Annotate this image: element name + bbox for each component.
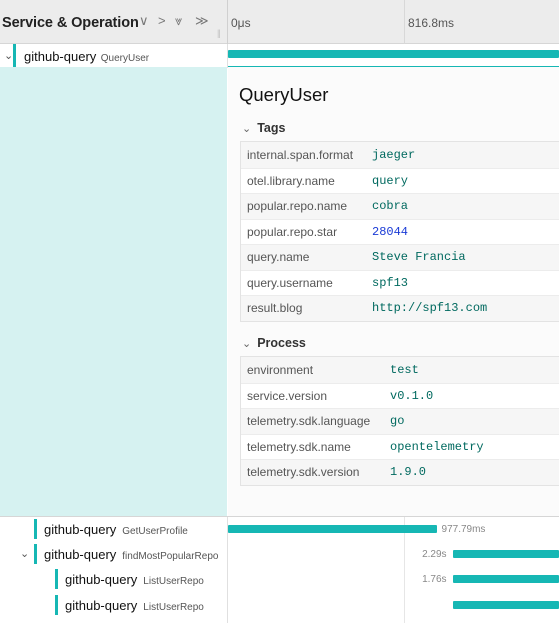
tag-row: query.name Steve Francia: [241, 244, 559, 270]
process-key: telemetry.sdk.version: [247, 465, 360, 480]
span-service-name: github-query: [65, 598, 138, 613]
span-operation-name: findMostPopularRepo: [122, 551, 219, 562]
span-operation-name: ListUserRepo: [143, 576, 204, 587]
tag-key: otel.library.name: [247, 173, 335, 188]
tag-value: jaeger: [372, 147, 416, 162]
expand-all-icon[interactable]: ≫: [195, 13, 209, 29]
span-row[interactable]: ⌄ github-query findMostPopularRepo 2.29s: [0, 542, 559, 566]
tag-key: query.name: [247, 250, 310, 265]
tag-key: popular.repo.name: [247, 199, 348, 214]
chevron-down-icon[interactable]: ⌄: [4, 49, 13, 62]
span-operation-name: ListUserRepo: [143, 602, 204, 613]
process-key: telemetry.sdk.language: [247, 414, 371, 429]
span-row[interactable]: github-query GetUserProfile 977.79ms: [0, 517, 559, 541]
process-table: environment test service.version v0.1.0 tele…: [240, 356, 559, 486]
span-duration-label: 1.76s: [422, 574, 447, 585]
process-value: go: [390, 414, 405, 429]
tag-row: internal.span.format jaeger: [241, 142, 559, 168]
collapse-all-icon[interactable]: ⩔: [175, 13, 182, 29]
span-operation-name: QueryUser: [100, 53, 150, 64]
process-value: test: [390, 362, 419, 377]
span-bar[interactable]: [453, 601, 559, 609]
tag-value: Steve Francia: [372, 250, 466, 265]
span-bar[interactable]: [228, 525, 437, 533]
process-key: service.version: [247, 388, 328, 403]
timeline-tick-start: 0μs: [231, 16, 251, 30]
tag-key: popular.repo.star: [247, 224, 338, 239]
collapse-one-icon[interactable]: ∨: [139, 13, 149, 29]
span-bar[interactable]: [453, 575, 559, 583]
span-color-marker: [55, 595, 58, 615]
tag-value: http://spf13.com: [372, 301, 488, 316]
process-value: opentelemetry: [390, 439, 484, 454]
tags-table: internal.span.format jaeger otel.library.n…: [240, 141, 559, 322]
tag-value: cobra: [372, 199, 409, 214]
trace-header: Service & Operation ∨ > ⩔ ≫ || 0μs 816.8…: [0, 0, 559, 44]
expand-one-icon[interactable]: >: [158, 13, 166, 29]
span-operation-name: GetUserProfile: [122, 526, 188, 537]
span-service-name: github-query: [44, 522, 117, 537]
span-duration-label: 977.79ms: [441, 524, 486, 535]
column-divider[interactable]: [227, 0, 228, 44]
tag-row: result.blog http://spf13.com: [241, 295, 559, 321]
process-row: telemetry.sdk.language go: [241, 408, 559, 434]
span-service-name: github-query: [24, 49, 97, 64]
tag-value: query: [372, 173, 409, 188]
tag-key: query.username: [247, 275, 333, 290]
process-section-toggle[interactable]: ⌄ Process: [242, 336, 306, 350]
detail-indent-area: [0, 67, 227, 517]
chevron-down-icon: ⌄: [242, 338, 252, 350]
span-color-marker: [34, 519, 37, 539]
span-service-name: github-query: [65, 572, 138, 587]
tag-row: popular.repo.name cobra: [241, 193, 559, 219]
tag-key: internal.span.format: [247, 147, 354, 162]
process-key: environment: [247, 362, 314, 377]
service-operation-title: Service & Operation: [2, 15, 139, 31]
process-value: 1.9.0: [390, 465, 427, 480]
span-duration-label: 2.29s: [422, 549, 447, 560]
column-resize-grip-icon[interactable]: ||: [217, 28, 221, 38]
span-bar-root[interactable]: [228, 50, 559, 58]
tag-key: result.blog: [247, 301, 303, 316]
span-color-marker: [34, 544, 37, 564]
span-service-name: github-query: [44, 547, 117, 562]
process-row: service.version v0.1.0: [241, 382, 559, 408]
span-bar[interactable]: [453, 550, 559, 558]
timeline-tick-line: [404, 0, 405, 44]
span-row-root[interactable]: ⌄ github-query QueryUser: [0, 44, 559, 68]
tag-row: popular.repo.star 28044: [241, 218, 559, 244]
tag-value: spf13: [372, 275, 409, 290]
tag-row: otel.library.name query: [241, 167, 559, 193]
span-color-marker: [55, 569, 58, 589]
span-row[interactable]: github-query ListUserRepo 1.76s: [0, 567, 559, 591]
process-row: telemetry.sdk.version 1.9.0: [241, 459, 559, 485]
tags-section-toggle[interactable]: ⌄ Tags: [242, 121, 285, 135]
process-row: environment test: [241, 357, 559, 383]
process-row: telemetry.sdk.name opentelemetry: [241, 433, 559, 459]
process-value: v0.1.0: [390, 388, 434, 403]
tag-row: query.username spf13: [241, 269, 559, 295]
span-detail-title: QueryUser: [239, 84, 329, 105]
tag-value: 28044: [372, 224, 409, 239]
span-row[interactable]: github-query ListUserRepo: [0, 593, 559, 617]
chevron-down-icon[interactable]: ⌄: [20, 547, 29, 560]
chevron-down-icon: ⌄: [242, 123, 252, 135]
timeline-tick-mid: 816.8ms: [408, 16, 455, 30]
process-key: telemetry.sdk.name: [247, 439, 351, 454]
